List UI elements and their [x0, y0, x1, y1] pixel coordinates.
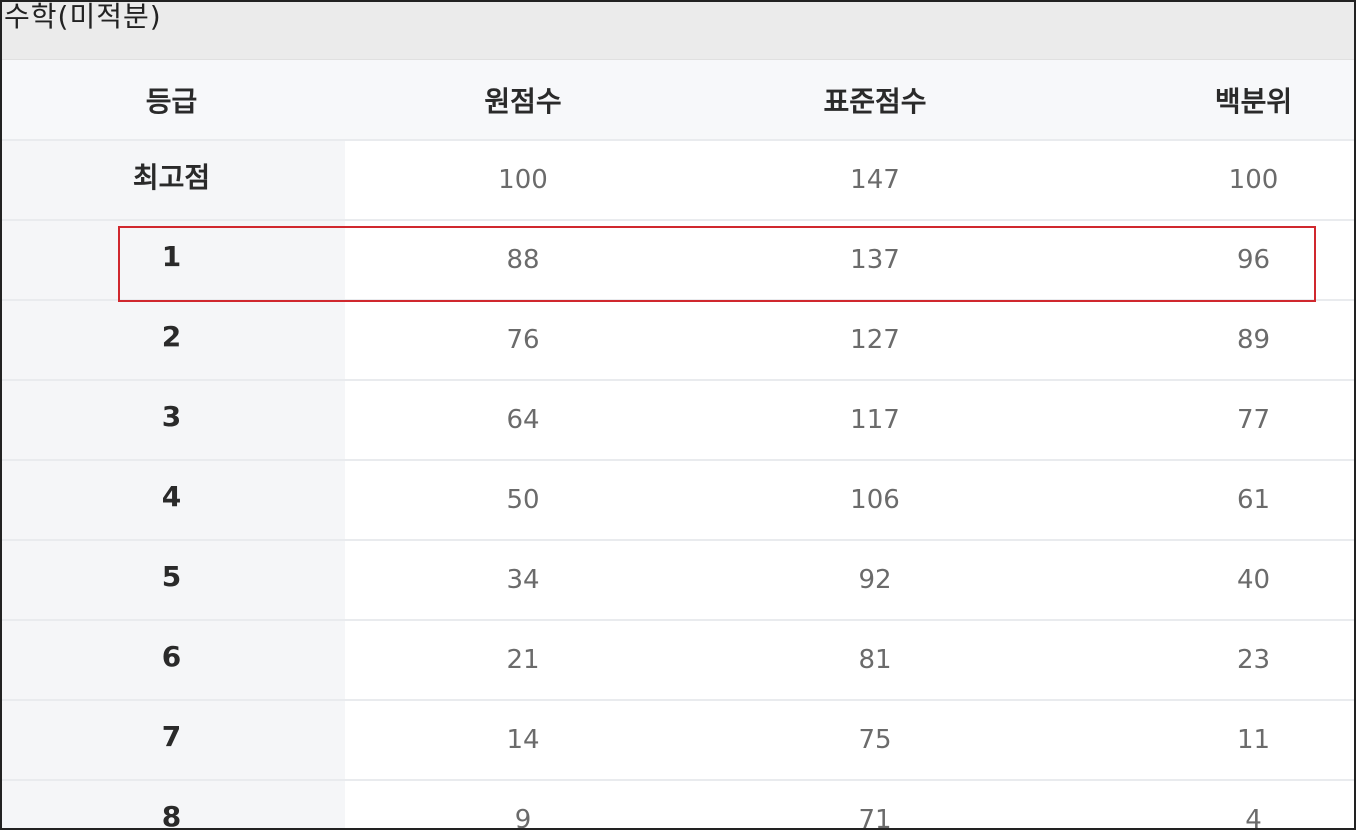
table-header-row: 등급 원점수 표준점수 백분위 [2, 60, 1354, 141]
grade-cell: 최고점 [2, 140, 345, 221]
raw-score-cell: 9 [345, 780, 697, 828]
standard-score-cell: 92 [697, 540, 1049, 621]
percentile-cell: 96 [1049, 220, 1354, 301]
standard-score-cell: 75 [697, 700, 1049, 781]
column-header-standard-score: 표준점수 [697, 60, 1049, 141]
grade-cell: 1 [2, 220, 345, 301]
standard-score-cell: 117 [697, 380, 1049, 461]
grade-cell: 4 [2, 460, 345, 541]
grade-cell: 7 [2, 700, 345, 781]
standard-score-cell: 106 [697, 460, 1049, 541]
table-title-bar: 수학(미적분) [2, 2, 1354, 60]
table-row: 3 64 117 77 [2, 380, 1354, 461]
grade-cell: 3 [2, 380, 345, 461]
table-row: 6 21 81 23 [2, 620, 1354, 701]
raw-score-cell: 64 [345, 380, 697, 461]
table-row: 8 9 71 4 [2, 780, 1354, 828]
percentile-cell: 23 [1049, 620, 1354, 701]
percentile-cell: 4 [1049, 780, 1354, 828]
raw-score-cell: 50 [345, 460, 697, 541]
table-row: 최고점 100 147 100 [2, 140, 1354, 221]
raw-score-cell: 14 [345, 700, 697, 781]
grade-cell: 2 [2, 300, 345, 381]
raw-score-cell: 100 [345, 140, 697, 221]
percentile-cell: 40 [1049, 540, 1354, 621]
raw-score-cell: 34 [345, 540, 697, 621]
percentile-cell: 61 [1049, 460, 1354, 541]
table-title: 수학(미적분) [4, 0, 162, 33]
standard-score-cell: 147 [697, 140, 1049, 221]
table-row: 1 88 137 96 [2, 220, 1354, 301]
column-header-raw-score: 원점수 [345, 60, 697, 141]
raw-score-cell: 88 [345, 220, 697, 301]
table-row: 7 14 75 11 [2, 700, 1354, 781]
score-table-panel: 수학(미적분) 등급 원점수 표준점수 백분위 최고점 100 147 100 … [0, 0, 1356, 830]
raw-score-cell: 76 [345, 300, 697, 381]
column-header-grade: 등급 [2, 60, 345, 141]
column-header-percentile: 백분위 [1049, 60, 1354, 141]
grade-cell: 8 [2, 780, 345, 828]
standard-score-cell: 137 [697, 220, 1049, 301]
grade-cell: 5 [2, 540, 345, 621]
percentile-cell: 77 [1049, 380, 1354, 461]
grade-cell: 6 [2, 620, 345, 701]
raw-score-cell: 21 [345, 620, 697, 701]
standard-score-cell: 127 [697, 300, 1049, 381]
percentile-cell: 89 [1049, 300, 1354, 381]
table-row: 5 34 92 40 [2, 540, 1354, 621]
percentile-cell: 100 [1049, 140, 1354, 221]
grade-cut-table: 등급 원점수 표준점수 백분위 최고점 100 147 100 1 88 137… [2, 60, 1354, 828]
standard-score-cell: 71 [697, 780, 1049, 828]
percentile-cell: 11 [1049, 700, 1354, 781]
table-row: 4 50 106 61 [2, 460, 1354, 541]
standard-score-cell: 81 [697, 620, 1049, 701]
table-row: 2 76 127 89 [2, 300, 1354, 381]
